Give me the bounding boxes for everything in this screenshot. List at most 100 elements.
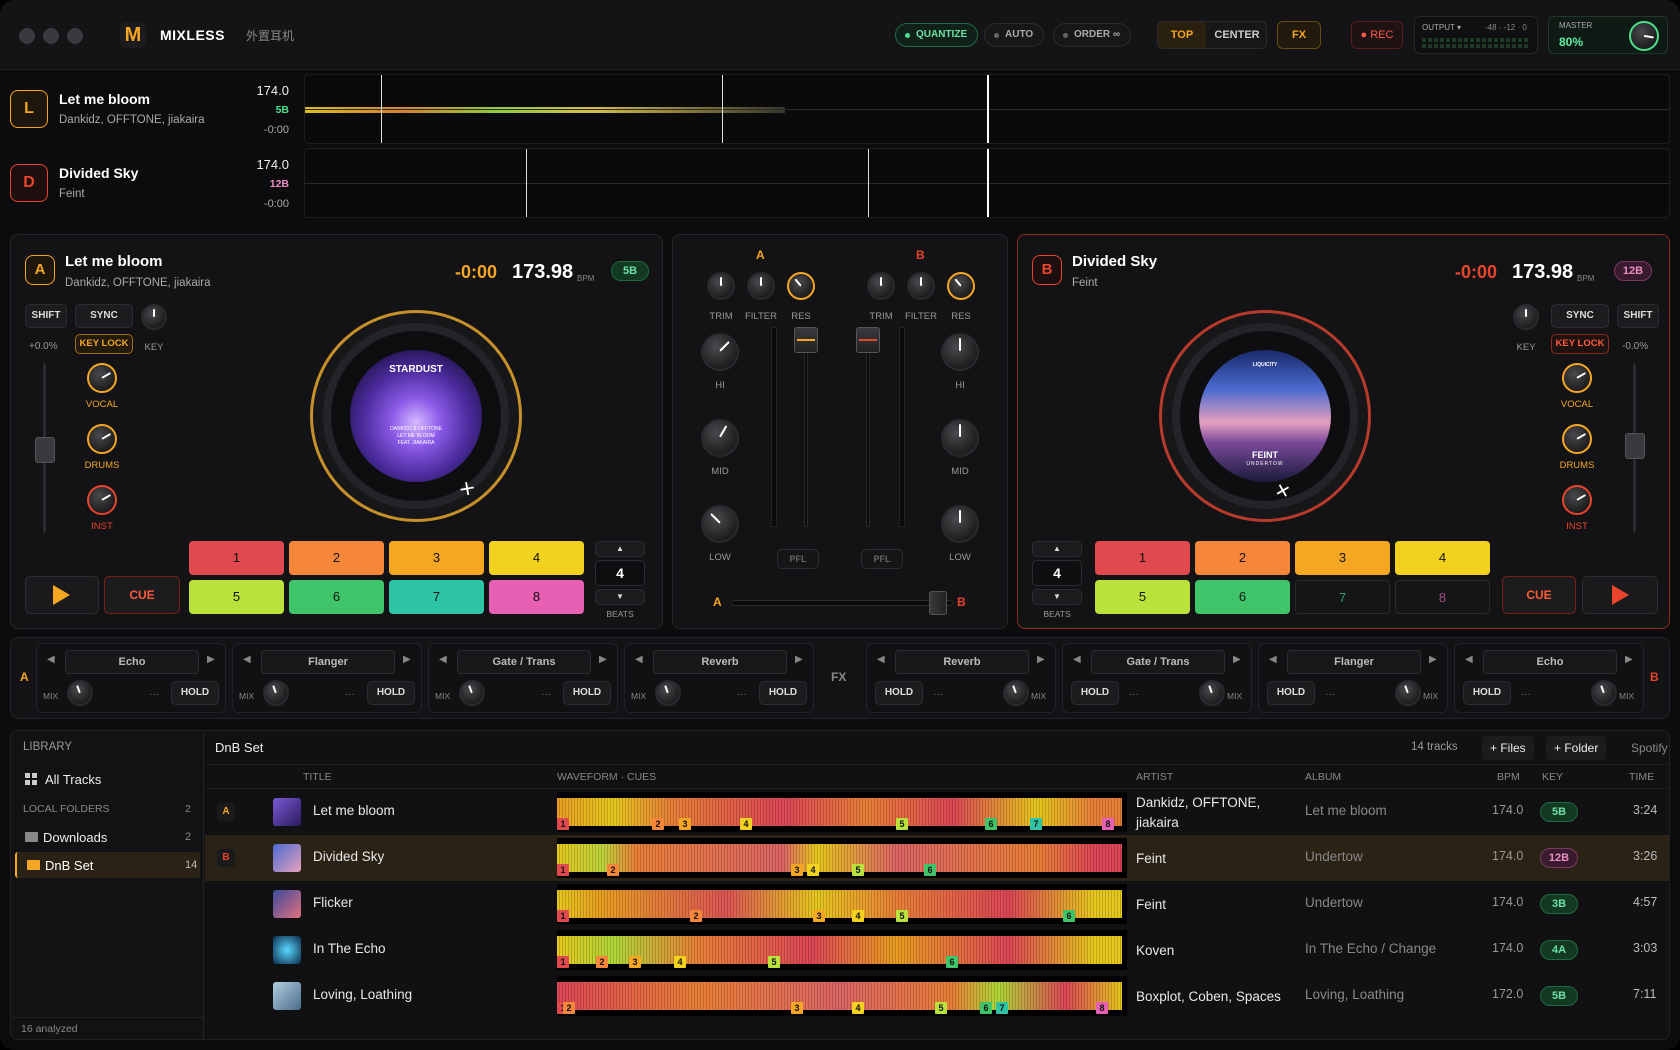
column-key[interactable]: KEY (1542, 771, 1563, 783)
close-window-button[interactable] (19, 28, 35, 44)
cue-point-marker[interactable]: 5 (935, 1002, 947, 1014)
fx-name[interactable]: Reverb (895, 650, 1029, 674)
shift-button[interactable]: SHIFT (25, 304, 67, 328)
drums-knob[interactable] (1562, 424, 1592, 454)
pfl-a-button[interactable]: PFL (777, 549, 819, 569)
table-row[interactable]: B Divided Sky 1 2 3 4 5 6 Feint Undertow 174.0 12B 3… (205, 835, 1669, 881)
pad-1[interactable]: 1 (1095, 541, 1190, 575)
key-lock-button[interactable]: KEY LOCK (1551, 334, 1609, 354)
pad-7[interactable]: 7 (1295, 580, 1390, 614)
fx-hold-button[interactable]: HOLD (1463, 681, 1511, 705)
fx-next-icon[interactable]: ▶ (795, 654, 803, 665)
deck-a-key[interactable]: 5B (611, 261, 649, 281)
track-waveform[interactable]: 1 2 34 5 6 (557, 838, 1127, 878)
key-lock-button[interactable]: KEY LOCK (75, 334, 133, 354)
all-tracks-item[interactable]: All Tracks (11, 765, 204, 793)
sync-button[interactable]: SYNC (1551, 304, 1609, 328)
fx-more-icon[interactable]: ··· (345, 689, 355, 700)
fx-name[interactable]: Gate / Trans (457, 650, 591, 674)
pad-5[interactable]: 5 (189, 580, 284, 614)
sync-button[interactable]: SYNC (75, 304, 133, 328)
spotify-button[interactable]: Spotify (1623, 736, 1669, 760)
cue-point-marker[interactable]: 1 (557, 864, 569, 876)
inst-knob[interactable] (87, 485, 117, 515)
pad-1[interactable]: 1 (189, 541, 284, 575)
cue-point-marker[interactable]: 1 (557, 818, 569, 830)
play-button[interactable] (1582, 576, 1658, 614)
table-row[interactable]: Flicker 1 2 3 4 5 6 Feint Undertow 174.0 3B 4:57 (205, 881, 1669, 927)
pfl-b-button[interactable]: PFL (861, 549, 903, 569)
inst-knob[interactable] (1562, 485, 1592, 515)
pad-3[interactable]: 3 (1295, 541, 1390, 575)
master-knob[interactable] (1629, 21, 1659, 51)
fx-hold-button[interactable]: HOLD (171, 681, 219, 705)
fx-more-icon[interactable]: ··· (737, 689, 747, 700)
fx-view-button[interactable]: FX (1277, 21, 1321, 49)
pad-8[interactable]: 8 (489, 580, 584, 614)
crossfader-track[interactable] (731, 600, 953, 606)
low-a-knob[interactable] (701, 505, 739, 543)
overview-waveform[interactable] (304, 148, 1670, 218)
fx-mix-knob[interactable] (263, 680, 289, 706)
fx-prev-icon[interactable]: ◀ (1465, 654, 1473, 665)
fx-more-icon[interactable]: ··· (1325, 689, 1335, 700)
cue-point-marker[interactable]: 4 (674, 956, 686, 968)
vocal-knob[interactable] (1562, 363, 1592, 393)
pad-4[interactable]: 4 (1395, 541, 1490, 575)
track-waveform[interactable]: 1 2 3 4 5 6 7 8 (557, 792, 1127, 832)
fx-more-icon[interactable]: ··· (933, 689, 943, 700)
add-files-button[interactable]: + Files (1482, 736, 1534, 760)
filter-b-knob[interactable] (907, 272, 935, 300)
pad-6[interactable]: 6 (1195, 580, 1290, 614)
overview-waveform[interactable] (304, 74, 1670, 144)
trim-b-knob[interactable] (867, 272, 895, 300)
fx-hold-button[interactable]: HOLD (759, 681, 807, 705)
deck-b-platter[interactable]: LIQUICITY FEINT UNDERTOW ✕ (1159, 310, 1371, 522)
fx-name[interactable]: Flanger (261, 650, 395, 674)
volume-fader-b-handle[interactable] (856, 327, 880, 353)
cue-point-marker[interactable]: 1 (557, 910, 569, 922)
fx-prev-icon[interactable]: ◀ (1073, 654, 1081, 665)
fx-prev-icon[interactable]: ◀ (1269, 654, 1277, 665)
cue-point-marker[interactable]: 2 (563, 1002, 575, 1014)
cue-point-marker[interactable]: 2 (596, 956, 608, 968)
cue-point-marker[interactable]: 5 (768, 956, 780, 968)
column-album[interactable]: ALBUM (1305, 771, 1341, 783)
fx-hold-button[interactable]: HOLD (1267, 681, 1315, 705)
cue-point-marker[interactable]: 4 (740, 818, 752, 830)
crossfader-handle[interactable] (929, 591, 947, 615)
view-center-button[interactable]: CENTER (1206, 22, 1268, 48)
pad-8[interactable]: 8 (1395, 580, 1490, 614)
key-knob[interactable] (141, 304, 167, 330)
column-title[interactable]: TITLE (303, 771, 332, 783)
cue-point-marker[interactable]: 3 (629, 956, 641, 968)
cue-button[interactable]: CUE (104, 576, 180, 614)
fx-more-icon[interactable]: ··· (149, 689, 159, 700)
fx-name[interactable]: Reverb (653, 650, 787, 674)
pad-2[interactable]: 2 (1195, 541, 1290, 575)
pad-6[interactable]: 6 (289, 580, 384, 614)
volume-fader-b-track[interactable] (866, 327, 870, 527)
fx-mix-knob[interactable] (1395, 680, 1421, 706)
folder-dnb-set[interactable]: DnB Set 14 (15, 852, 200, 878)
output-label[interactable]: OUTPUT ▾ (1422, 23, 1461, 32)
fx-hold-button[interactable]: HOLD (1071, 681, 1119, 705)
cue-point-marker[interactable]: 4 (807, 864, 819, 876)
cue-point-marker[interactable]: 4 (852, 910, 864, 922)
beats-up-button[interactable]: ▲ (1032, 541, 1082, 557)
cue-point-marker[interactable]: 6 (924, 864, 936, 876)
order-toggle[interactable]: ORDER ∞ (1053, 23, 1132, 47)
column-bpm[interactable]: BPM (1497, 771, 1520, 783)
volume-fader-a-handle[interactable] (794, 327, 818, 353)
low-b-knob[interactable] (941, 505, 979, 543)
cue-point-marker[interactable]: 3 (791, 864, 803, 876)
fx-next-icon[interactable]: ▶ (599, 654, 607, 665)
cue-point-marker[interactable]: 2 (652, 818, 664, 830)
hi-a-knob[interactable] (701, 333, 739, 371)
fx-next-icon[interactable]: ▶ (1233, 654, 1241, 665)
fx-next-icon[interactable]: ▶ (207, 654, 215, 665)
fx-prev-icon[interactable]: ◀ (243, 654, 251, 665)
pad-7[interactable]: 7 (389, 580, 484, 614)
column-artist[interactable]: ARTIST (1136, 771, 1173, 783)
vocal-knob[interactable] (87, 363, 117, 393)
